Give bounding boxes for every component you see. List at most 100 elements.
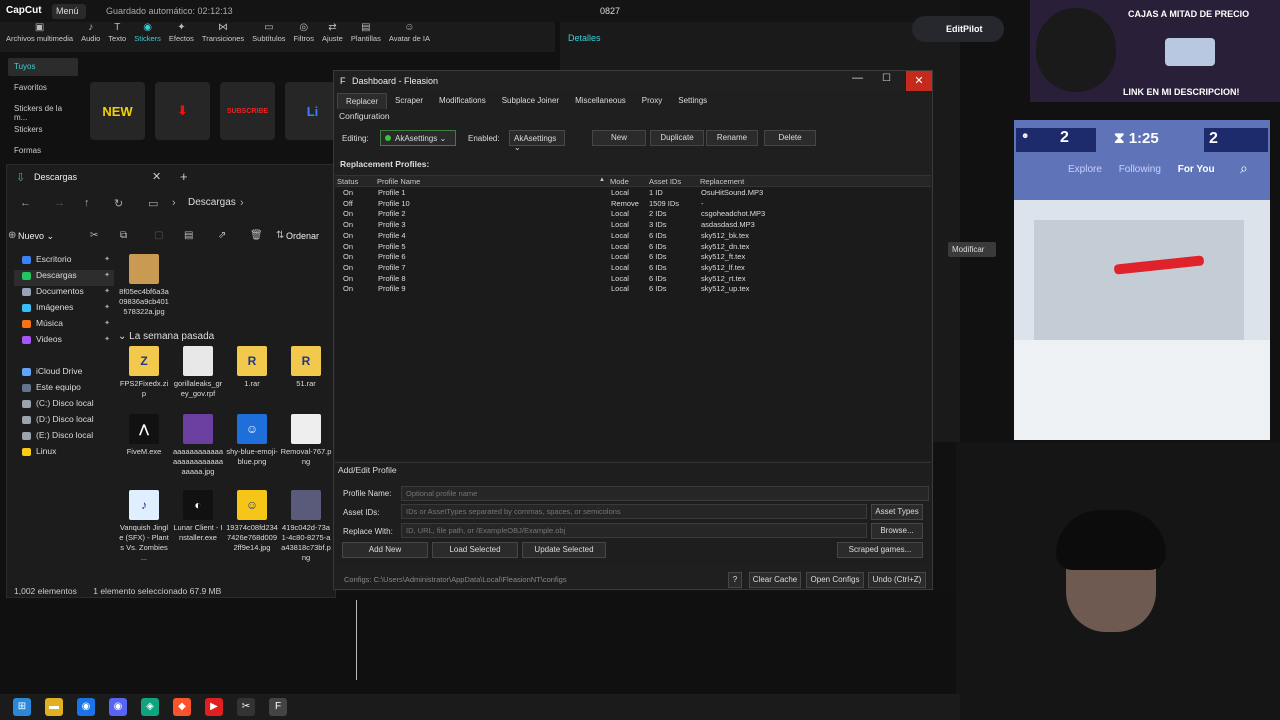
sticker-category-item[interactable]: Tuyos (8, 58, 78, 76)
table-row[interactable]: On Profile 1 Local 1 ID OsuHitSound.MP3 (335, 188, 931, 199)
file-item[interactable]: ◐ Lunar Client - Installer.exe (172, 490, 224, 543)
file-item[interactable]: R 51.rar (280, 346, 332, 389)
paste-icon[interactable]: ▢ (154, 230, 163, 241)
sticker-category-item[interactable]: Favoritos (8, 79, 78, 97)
taskbar-app-icon[interactable]: ✂ (237, 698, 255, 716)
maximize-icon[interactable]: ☐ (882, 73, 891, 84)
copy-icon[interactable]: ⧉ (120, 230, 127, 241)
file-item[interactable]: Z FPS2Fixedx.zip (118, 346, 170, 399)
up-icon[interactable]: ↑ (84, 197, 90, 209)
nav-item[interactable]: iCloud Drive (14, 366, 114, 382)
sticker-category-item[interactable]: Stickers (8, 121, 78, 139)
sticker-category-item[interactable]: Stickers de la m... (8, 100, 78, 122)
table-row[interactable]: On Profile 3 Local 3 IDs asdasdasd.MP3 (335, 220, 931, 231)
address-bar[interactable]: Descargas (188, 197, 236, 208)
nav-item[interactable]: Imágenes ✦ (14, 302, 114, 318)
taskbar-app-icon[interactable]: ◆ (173, 698, 191, 716)
nav-item[interactable]: (D:) Disco local (14, 414, 114, 430)
delete-button[interactable]: Delete (764, 130, 816, 146)
sticker-thumbnail[interactable]: ⬇ (155, 82, 210, 140)
taskbar-app-icon[interactable]: ◈ (141, 698, 159, 716)
tool-subt-tulos[interactable]: ▭ Subtítulos (252, 22, 285, 52)
undo-button[interactable]: Undo (Ctrl+Z) (868, 572, 926, 588)
asset-types-button[interactable]: Asset Types (871, 504, 923, 520)
table-row[interactable]: On Profile 2 Local 2 IDs csgoheadchot.MP3 (335, 209, 931, 220)
editing-select[interactable]: AkAsettings ⌄ (380, 130, 456, 146)
new-button[interactable]: New (592, 130, 646, 146)
tool-plantillas[interactable]: ▤ Plantillas (351, 22, 381, 52)
nav-item[interactable]: Escritorio ✦ (14, 254, 114, 270)
file-item[interactable]: aaaaaaaaaaaaaaaaaaaaaaaaaaaaa.jpg (172, 414, 224, 477)
tab-explore[interactable]: Explore (1068, 164, 1102, 175)
editpilot-button[interactable]: EditPilot (912, 16, 1004, 42)
column-mode[interactable]: Mode (610, 177, 629, 186)
file-item[interactable]: 419c042d-73a1-4c80-8275-aa43818c73bf.png (280, 490, 332, 563)
menu-button[interactable]: Menú (52, 4, 86, 19)
clear-cache-button[interactable]: Clear Cache (749, 572, 801, 588)
tool-transiciones[interactable]: ⋈ Transiciones (202, 22, 244, 52)
load-selected-button[interactable]: Load Selected (432, 542, 518, 558)
modify-button[interactable]: Modificar (948, 242, 996, 257)
timeline-playhead[interactable] (356, 600, 357, 680)
tool-filtros[interactable]: ◎ Filtros (294, 22, 314, 52)
table-row[interactable]: On Profile 9 Local 6 IDs sky512_up.tex (335, 284, 931, 295)
taskbar-app-icon[interactable]: ◉ (109, 698, 127, 716)
search-icon[interactable]: ⌕ (1240, 160, 1248, 177)
tool-ajuste[interactable]: ⇄ Ajuste (322, 22, 343, 52)
tab-settings[interactable]: Settings (670, 93, 715, 109)
tab-proxy[interactable]: Proxy (634, 93, 670, 109)
tool-avatar-de-ia[interactable]: ☺ Avatar de IA (389, 22, 430, 52)
nav-item[interactable]: Documentos ✦ (14, 286, 114, 302)
table-row[interactable]: On Profile 6 Local 6 IDs sky512_ft.tex (335, 252, 931, 263)
file-item[interactable]: gorillaleaks_grey_gov.rpf (172, 346, 224, 399)
asset-ids-input[interactable] (401, 504, 867, 519)
delete-icon[interactable]: 🗑 (250, 230, 263, 241)
cut-icon[interactable]: ✂ (90, 230, 98, 241)
enabled-select[interactable]: AkAsettings ⌄ (509, 130, 565, 152)
update-selected-button[interactable]: Update Selected (522, 542, 606, 558)
help-button[interactable]: ? (728, 572, 742, 588)
file-item[interactable]: ♪ Vanquish Jingle (SFX) - Plants Vs. Zomb… (118, 490, 170, 563)
sticker-category-item[interactable]: Formas (8, 142, 78, 160)
new-button[interactable]: Nuevo ⌄ (18, 231, 54, 242)
file-item[interactable]: ☺ 19374c08fd2347426e768d0092ff9e14.jpg (226, 490, 278, 553)
section-header[interactable]: ⌄ La semana pasada (118, 331, 214, 342)
share-icon[interactable]: ⇗ (218, 230, 226, 241)
browse-button[interactable]: Browse... (871, 523, 923, 539)
close-icon[interactable]: ✕ (152, 170, 161, 183)
new-tab-button[interactable]: + (180, 169, 188, 184)
rename-button[interactable]: Rename (706, 130, 758, 146)
add-new-button[interactable]: Add New (342, 542, 428, 558)
nav-item[interactable]: Linux (14, 446, 114, 462)
file-item[interactable]: ⋀ FiveM.exe (118, 414, 170, 457)
file-item[interactable]: 8f05ec4bf6a3a09836a9cb401578322a.jpg (118, 254, 170, 317)
table-row[interactable]: On Profile 4 Local 6 IDs sky512_bk.tex (335, 231, 931, 242)
duplicate-button[interactable]: Duplicate (650, 130, 704, 146)
nav-item[interactable]: (E:) Disco local (14, 430, 114, 446)
profile-name-input[interactable] (401, 486, 929, 501)
nav-item[interactable]: (C:) Disco local (14, 398, 114, 414)
table-row[interactable]: On Profile 8 Local 6 IDs sky512_rt.tex (335, 274, 931, 285)
tab-replacer[interactable]: Replacer (337, 93, 388, 109)
file-item[interactable]: ☺ shy-blue-emoji-blue.png (226, 414, 278, 467)
column-status[interactable]: Status (337, 177, 358, 186)
column-profile-name[interactable]: Profile Name (377, 177, 420, 186)
explorer-tab[interactable]: ⇩ Descargas ✕ (10, 168, 170, 188)
back-icon[interactable]: ← (20, 197, 31, 209)
file-item[interactable]: Removal-767.png (280, 414, 332, 467)
nav-item[interactable]: Música ✦ (14, 318, 114, 334)
scraped-games-button[interactable]: Scraped games... (837, 542, 923, 558)
table-row[interactable]: On Profile 7 Local 6 IDs sky512_lf.tex (335, 263, 931, 274)
nav-item[interactable]: Videos ✦ (14, 334, 114, 350)
tool-audio[interactable]: ♪ Audio (81, 22, 100, 52)
nav-item[interactable]: Descargas ✦ (14, 270, 114, 286)
taskbar-app-icon[interactable]: ▬ (45, 698, 63, 716)
tool-efectos[interactable]: ✦ Efectos (169, 22, 194, 52)
tool-stickers[interactable]: ◉ Stickers (134, 22, 161, 52)
tool-archivos-multimedia[interactable]: ▣ Archivos multimedia (6, 22, 73, 52)
column-asset-ids[interactable]: Asset IDs (649, 177, 681, 186)
tool-texto[interactable]: T Texto (108, 22, 126, 52)
taskbar-app-icon[interactable]: F (269, 698, 287, 716)
taskbar-app-icon[interactable]: ◉ (77, 698, 95, 716)
open-configs-button[interactable]: Open Configs (806, 572, 864, 588)
